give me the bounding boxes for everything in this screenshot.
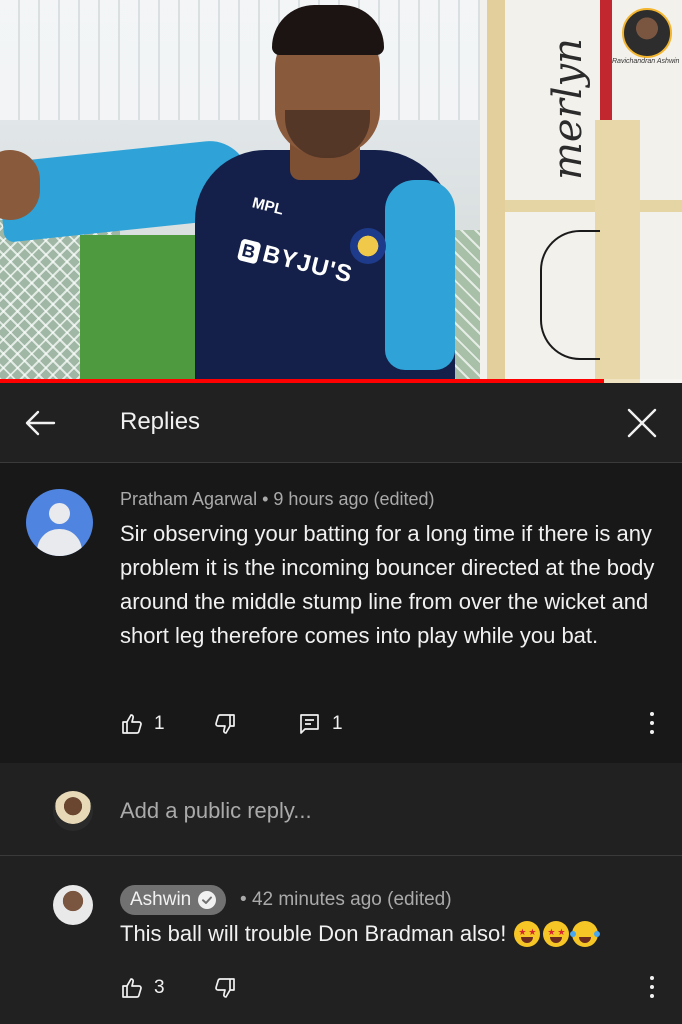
reply-author: Ashwin: [130, 889, 192, 910]
comment-author[interactable]: Pratham Agarwal: [120, 489, 257, 509]
video-red-bar: [600, 0, 612, 120]
star-struck-emoji-icon: ★ ★: [543, 921, 570, 947]
reply-text: This ball will trouble Don Bradman also!: [120, 921, 507, 946]
comment-body: Sir observing your batting for a long ti…: [120, 521, 655, 648]
back-button[interactable]: [20, 403, 60, 443]
reply-timestamp: 42 minutes ago (edited): [251, 889, 452, 910]
video-shelf: [505, 200, 682, 212]
video-cable: [540, 230, 600, 360]
page-title: Replies: [120, 408, 201, 435]
reply-like-count: 3: [154, 977, 165, 998]
meta-separator: •: [240, 889, 247, 910]
video-person-hair: [272, 5, 384, 55]
more-dot: [650, 976, 654, 980]
more-dot: [650, 721, 654, 725]
comment-actions: 1 1: [120, 709, 665, 739]
default-avatar-body: [37, 529, 82, 556]
reply-more-button[interactable]: [646, 973, 658, 1003]
video-person: MPL BBYJU'S: [0, 0, 480, 383]
video-cabinet: [487, 0, 505, 383]
dislike-button[interactable]: [213, 709, 237, 739]
video-player[interactable]: merlyn Ravichandran Ashwin MPL BBYJU'S: [0, 0, 682, 383]
thumbs-down-icon: [215, 978, 235, 998]
reply-author-avatar[interactable]: [53, 885, 93, 925]
more-dot: [650, 730, 654, 734]
close-button[interactable]: [622, 403, 662, 443]
star-struck-emoji-icon: ★ ★: [514, 921, 541, 947]
comment-more-button[interactable]: [646, 709, 658, 739]
reply-count: 1: [332, 713, 343, 734]
comment-timestamp: 9 hours ago (edited): [273, 489, 435, 509]
video-cabinet-2: [595, 120, 640, 383]
parent-comment: Pratham Agarwal • 9 hours ago (edited) S…: [0, 463, 682, 763]
reply-composer[interactable]: Add a public reply...: [0, 763, 682, 856]
creator-author-chip[interactable]: Ashwin: [120, 885, 227, 915]
replies-header: Replies: [0, 383, 682, 463]
arrow-left-icon: [25, 410, 56, 436]
reply-body: This ball will trouble Don Bradman also!…: [120, 921, 601, 947]
sponsor-b-mark: B: [236, 238, 262, 265]
video-person-sleeve: [385, 180, 455, 370]
like-button[interactable]: 1: [120, 709, 165, 739]
thumbs-down-icon: [215, 714, 235, 734]
default-avatar-head: [49, 503, 70, 524]
commenter-avatar[interactable]: [26, 489, 93, 556]
reply-like-button[interactable]: 3: [120, 973, 165, 1003]
reply-input-placeholder[interactable]: Add a public reply...: [120, 798, 312, 824]
reply-button[interactable]: 1: [298, 709, 343, 739]
close-icon: [627, 408, 657, 438]
more-dot: [650, 985, 654, 989]
more-dot: [650, 712, 654, 716]
more-dot: [650, 994, 654, 998]
thumbs-up-icon: [122, 714, 142, 734]
video-wall-logo: merlyn: [545, 38, 591, 180]
comment-meta: Pratham Agarwal • 9 hours ago (edited): [120, 489, 435, 510]
tears-of-joy-emoji-icon: [570, 921, 601, 947]
like-count: 1: [154, 713, 165, 734]
reply-meta: • 42 minutes ago (edited): [240, 889, 452, 911]
verified-check-icon: [198, 891, 217, 909]
thumbs-up-icon: [122, 978, 142, 998]
comment-icon: [300, 714, 319, 734]
reply-dislike-button[interactable]: [213, 973, 237, 1003]
current-user-avatar: [53, 791, 93, 831]
channel-watermark-avatar: [622, 8, 672, 58]
jersey-crest: [350, 228, 386, 264]
reply-comment: Ashwin • 42 minutes ago (edited) This ba…: [0, 857, 682, 1024]
meta-separator: •: [262, 489, 269, 509]
channel-watermark-tag: Ravichandran Ashwin: [612, 58, 680, 65]
reply-actions: 3: [120, 973, 665, 1003]
